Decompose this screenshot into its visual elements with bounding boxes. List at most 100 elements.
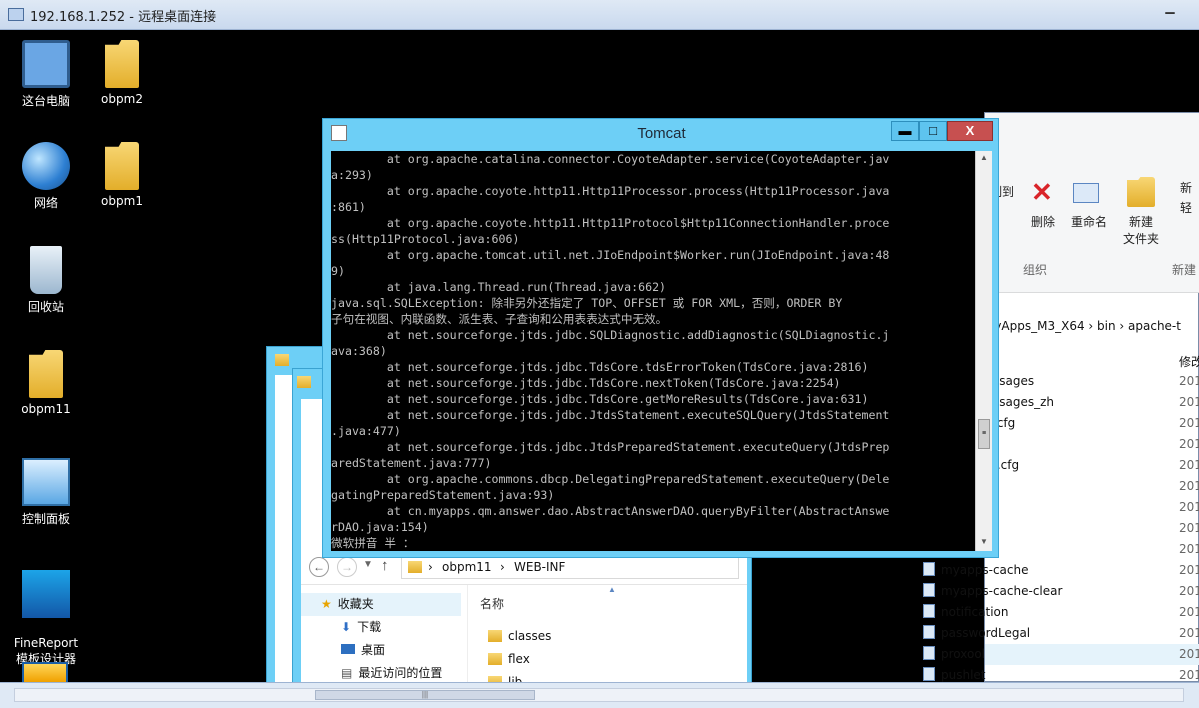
forward-arrow-icon[interactable]: → (337, 557, 357, 577)
file-icon (923, 646, 935, 660)
delete-icon: ✕ (1031, 177, 1053, 207)
file-name: myapps-cache-clear (941, 584, 1063, 598)
file-row[interactable]: proxool 2015 (923, 644, 1199, 665)
folder-name: classes (508, 629, 552, 643)
file-name: pushlet (941, 668, 986, 682)
file-modified-date: 2015 (1179, 374, 1199, 388)
breadcrumb-web-inf[interactable]: WEB-INF (514, 560, 565, 574)
column-name[interactable]: 名称 (480, 595, 504, 612)
back-arrow-icon[interactable]: ← (309, 557, 329, 577)
close-button[interactable]: X (947, 121, 993, 141)
nav-desktop[interactable]: 桌面 (301, 639, 461, 662)
desktop-icon-network[interactable]: 网络 (8, 142, 84, 211)
folder-row[interactable]: lib (468, 671, 551, 682)
file-modified-date: 2015 (1179, 584, 1199, 598)
desktop-icon-recycle-bin[interactable]: 回收站 (8, 246, 84, 315)
file-row[interactable]: 2015 (985, 497, 1199, 518)
file-modified-date: 2015 (1179, 437, 1199, 451)
folder-icon (488, 653, 502, 665)
file-modified-date: 2015 (1179, 500, 1199, 514)
remote-desktop-screen[interactable]: 这台电脑 obpm2 网络 obpm1 回收站 obpm11 控制面板 Fine… (8, 30, 1199, 682)
nav-favorites[interactable]: ★ 收藏夹 (301, 593, 461, 616)
ribbon-easy-access[interactable]: 轻 (1171, 199, 1199, 216)
folder-icon (105, 40, 139, 88)
ribbon-new-folder[interactable]: 新建 文件夹 (1117, 213, 1165, 247)
scroll-down-icon[interactable]: ▼ (978, 537, 990, 549)
file-modified-date: 2015 (1179, 647, 1199, 661)
breadcrumb-sep-icon: › (428, 560, 433, 574)
maximize-button[interactable]: □ (919, 121, 947, 141)
desktop-icon-obpm2[interactable]: obpm2 (84, 40, 160, 106)
file-modified-date: 2015 (1179, 458, 1199, 472)
scroll-thumb[interactable]: ≡ (978, 419, 990, 449)
file-row[interactable]: ssages_zh 2015 (985, 392, 1199, 413)
file-row[interactable]: .cfg2015 (985, 413, 1199, 434)
nav-downloads[interactable]: ⬇ 下载 (301, 616, 461, 639)
console-vertical-scrollbar[interactable]: ▲ ≡ ▼ (975, 151, 992, 551)
file-row[interactable]: 2015 (985, 518, 1199, 539)
file-modified-date: 2015 (1179, 395, 1199, 409)
rdp-horizontal-scrollbar[interactable]: ||| (14, 688, 1184, 702)
file-row[interactable]: r.cfg2015 (985, 455, 1199, 476)
file-row[interactable]: ssages 2015 (985, 371, 1199, 392)
file-row[interactable]: pushlet 2015 (923, 665, 1199, 682)
nav-recent[interactable]: ▤ 最近访问的位置 (301, 662, 461, 682)
file-row[interactable]: 2015 (985, 476, 1199, 497)
scroll-up-icon[interactable]: ▲ (978, 153, 990, 165)
chevron-down-icon[interactable]: ▼ (363, 559, 373, 570)
ribbon-delete[interactable]: 删除 (1025, 213, 1061, 230)
column-modified[interactable]: 修改 (1179, 353, 1199, 370)
folder-icon (297, 373, 317, 391)
file-row[interactable]: myapps-cache 2015 (923, 560, 1199, 581)
file-icon (923, 583, 935, 597)
address-path[interactable]: lyApps_M3_X64 › bin › apache-t (991, 319, 1181, 333)
new-folder-icon (1127, 177, 1155, 207)
folder-row[interactable]: flex (468, 648, 551, 671)
desktop-icon-this-pc[interactable]: 这台电脑 (8, 40, 84, 109)
file-modified-date: 2015 (1179, 605, 1199, 619)
file-name: proxool (941, 647, 986, 661)
folder-list: classesflexlibButton (468, 625, 551, 682)
ribbon-new-item[interactable]: 新 (1171, 179, 1199, 196)
console-output[interactable]: at org.apache.catalina.connector.CoyoteA… (331, 151, 975, 551)
desktop-icon-control-panel[interactable]: 控制面板 (8, 458, 84, 527)
file-modified-date: 2015 (1179, 563, 1199, 577)
file-name: ssages (993, 374, 1035, 388)
file-row[interactable]: myapps-cache-clear 2015 (923, 581, 1199, 602)
taskbar-app-icon[interactable] (22, 662, 68, 682)
folder-icon (488, 630, 502, 642)
desktop-icon-obpm1[interactable]: obpm1 (84, 142, 160, 208)
rdp-title-bar[interactable]: 192.168.1.252 - 远程桌面连接 ▁ (0, 0, 1199, 30)
folder-row[interactable]: classes (468, 625, 551, 648)
ribbon-group-organize: 组织 (1022, 263, 1047, 277)
file-icon (923, 667, 935, 681)
recent-icon: ▤ (341, 666, 353, 680)
breadcrumb-obpm11[interactable]: obpm11 (442, 560, 492, 574)
star-icon: ★ (321, 597, 332, 611)
desktop-icon (341, 644, 355, 654)
file-row[interactable]: passwordLegal 2015 (923, 623, 1199, 644)
tomcat-console-window[interactable]: Tomcat ▬ □ X at org.apache.catalina.conn… (322, 118, 999, 558)
address-bar[interactable]: › obpm11 › WEB-INF (401, 555, 739, 579)
ribbon-rename[interactable]: 重命名 (1065, 213, 1113, 230)
desktop-icon-obpm11[interactable]: obpm11 (8, 350, 84, 416)
finereport-icon (22, 570, 70, 618)
file-row[interactable]: notification 2015 (923, 602, 1199, 623)
up-arrow-icon[interactable]: ↑ (381, 557, 389, 574)
rdp-app-icon (8, 8, 24, 21)
folder-name: lib (508, 675, 523, 682)
rdp-minimize-button[interactable]: ▁ (1150, 0, 1190, 20)
sort-arrow-icon: ▲ (608, 585, 616, 594)
minimize-button[interactable]: ▬ (891, 121, 919, 141)
scroll-thumb[interactable]: ||| (315, 690, 535, 700)
file-row[interactable]: 2015 (985, 434, 1199, 455)
folder-icon (408, 561, 422, 573)
control-panel-icon (22, 458, 70, 506)
folder-icon (29, 350, 63, 398)
folder-name: flex (508, 652, 530, 666)
file-modified-date: 2015 (1179, 668, 1199, 682)
recycle-bin-icon (30, 246, 62, 294)
right-explorer-window[interactable]: 制到 ✕ 删除 重命名 新建 文件夹 新 轻 组织 新建 lyApps_M3_X… (923, 112, 1199, 682)
file-modified-date: 2015 (1179, 416, 1199, 430)
file-row[interactable]: 2015 (985, 539, 1199, 560)
